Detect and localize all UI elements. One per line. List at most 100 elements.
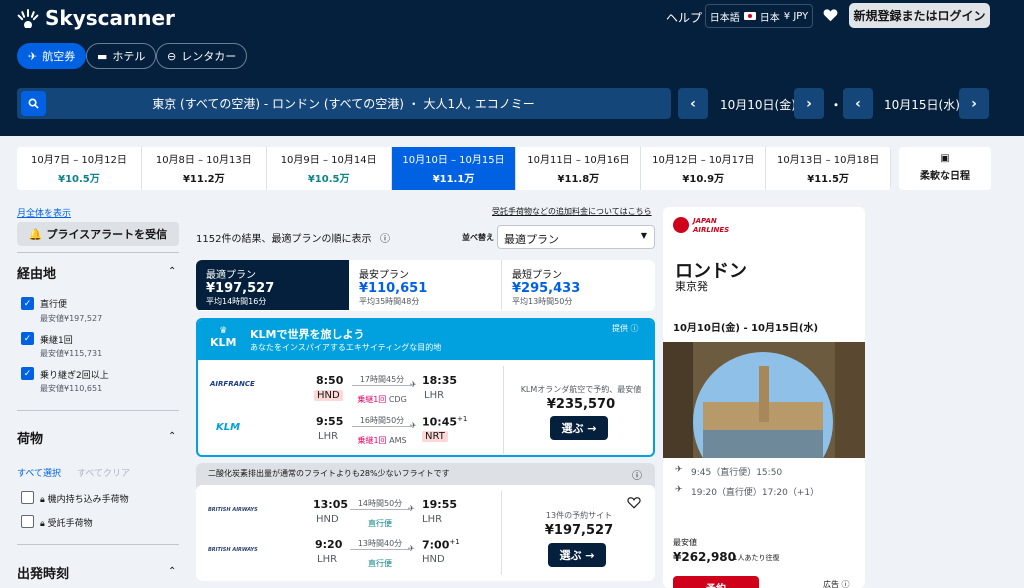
info-icon[interactable]: ⓘ	[632, 467, 642, 482]
info-icon: ⓘ	[841, 580, 850, 588]
one-stop-price: 最安値¥115,731	[40, 349, 103, 358]
tab-hotels[interactable]: ▬ ホテル	[86, 43, 157, 69]
heart-icon[interactable]	[627, 496, 641, 509]
baggage-heading: 荷物	[17, 432, 44, 447]
flight-select-button[interactable]: 選ぶ →	[548, 543, 606, 567]
date-option[interactable]: 10月13日 – 10月18日 ¥11.5万	[766, 147, 891, 190]
search-icon[interactable]	[21, 91, 46, 116]
currency-label: ¥ JPY	[783, 10, 809, 22]
depart-prev-button[interactable]: ‹	[678, 88, 708, 119]
tab-flights[interactable]: ✈ 航空券	[17, 43, 87, 69]
date-option[interactable]: 10月8日 – 10月13日 ¥11.2万	[142, 147, 267, 190]
tab-best[interactable]: 最適プラン ¥197,527 平均14時間16分	[196, 260, 349, 310]
flight-ret-arr-time: 7:00+1	[422, 538, 460, 552]
ad-note: KLMオランダ航空で予約、最安値	[520, 385, 642, 394]
cheapest-label: 最安値	[673, 538, 697, 547]
crown-icon: ♛	[219, 326, 228, 336]
return-date[interactable]: 10月15日(水)	[884, 96, 960, 113]
one-stop-checkbox[interactable]: ✓	[21, 332, 34, 345]
date-option[interactable]: 10月11日 – 10月16日 ¥11.8万	[516, 147, 642, 190]
help-link[interactable]: ヘルプ	[666, 9, 702, 26]
out-dep-airport: HND	[314, 390, 343, 401]
jal-crane-icon	[673, 217, 689, 233]
depart-next-button[interactable]: ›	[794, 88, 824, 119]
direct-checkbox[interactable]: ✓	[21, 297, 34, 310]
date-option[interactable]: 10月12日 – 10月17日 ¥10.9万	[641, 147, 767, 190]
return-prev-button[interactable]: ‹	[843, 88, 873, 119]
return-next-button[interactable]: ›	[959, 88, 989, 119]
price-alert-button[interactable]: 🔔 プライスアラートを受信	[17, 222, 179, 246]
date-range: 10月7日 – 10月12日	[30, 155, 127, 166]
direct-label: 直行便	[40, 300, 68, 310]
flight-card[interactable]: 二酸化炭素排出量が通常のフライトよりも28%少ないフライトです ⓘ BRITIS…	[196, 463, 655, 581]
plane-icon: ✈	[410, 380, 417, 389]
ad-select-button[interactable]: 選ぶ →	[550, 416, 608, 440]
date-option[interactable]: 10月7日 – 10月12日 ¥10.5万	[17, 147, 142, 190]
tab-fastest-label: 最短プラン	[512, 270, 562, 281]
skyscanner-logo[interactable]: Skyscanner	[17, 6, 175, 30]
heart-icon[interactable]	[823, 8, 838, 22]
date-option[interactable]: 10月10日 – 10月15日 ¥11.1万	[391, 147, 517, 190]
flexible-dates-button[interactable]: ▣ 柔軟な日程	[899, 147, 991, 190]
sort-select[interactable]: 最適プラン ▼	[497, 225, 655, 249]
book-button[interactable]: 予約	[673, 576, 759, 588]
locale-selector[interactable]: 日本語 日本 ¥ JPY	[705, 4, 813, 28]
info-icon: ⓘ	[630, 324, 639, 333]
lock-icon: 🔒︎	[40, 495, 45, 505]
info-icon[interactable]: ⓘ	[380, 230, 390, 245]
ad-subtitle: あなたをインスパイアするエキサイティングな目的地	[250, 343, 442, 352]
tab-cheapest-label: 最安プラン	[359, 270, 409, 281]
klm-ad-card[interactable]: ♛ KLM KLMで世界を旅しよう あなたをインスパイアするエキサイティングな目…	[196, 318, 655, 457]
tab-fastest-duration: 平均13時間50分	[512, 297, 573, 306]
flight-out-dep-time: 13:05	[313, 498, 349, 511]
select-all-link[interactable]: すべて選択	[17, 466, 61, 479]
checked-bag-checkbox[interactable]	[21, 515, 34, 528]
flight-ret-dep-airport: LHR	[317, 554, 338, 565]
flight-price: ¥197,527	[544, 523, 614, 538]
login-button[interactable]: 新規登録またはログイン	[849, 3, 990, 28]
return-plane-icon: ✈	[675, 485, 683, 495]
ret-stops: 乗継1回 AMS	[357, 436, 407, 445]
two-stops-checkbox[interactable]: ✓	[21, 367, 34, 380]
carry-on-checkbox[interactable]	[21, 491, 34, 504]
date-option[interactable]: 10月9日 – 10月14日 ¥10.5万	[267, 147, 392, 190]
search-bar[interactable]: 東京 (すべての空港) - ロンドン (すべての空港) ・ 大人1人, エコノミ…	[17, 88, 671, 119]
flight-out-stops: 直行便	[368, 519, 392, 528]
tab-cheapest-price: ¥110,651	[359, 281, 428, 296]
tab-cars-label: レンタカー	[181, 50, 237, 63]
plane-icon: ✈	[410, 421, 417, 430]
departure-collapse-icon[interactable]: ⌃	[168, 566, 176, 577]
tab-car-rental[interactable]: ⊖ レンタカー	[156, 43, 248, 69]
ad-label[interactable]: 広告 ⓘ	[823, 579, 850, 588]
date-price: ¥10.5万	[58, 174, 100, 185]
out-arr-time: 18:35	[422, 374, 458, 387]
jal-ad-panel[interactable]: JAPAN AIRLINES ロンドン 東京発 10月10日(金) - 10月15…	[663, 207, 865, 588]
clear-all-link[interactable]: すべてクリア	[77, 466, 130, 479]
klm-small-logo: KLM	[216, 422, 241, 433]
date-range: 10月12日 – 10月17日	[652, 155, 755, 166]
two-stops-price: 最安値¥110,651	[40, 384, 103, 393]
outbound-plane-icon: ✈	[675, 465, 683, 475]
price-alert-label: プライスアラートを受信	[46, 228, 168, 241]
date-price: ¥11.5万	[807, 174, 849, 185]
depart-date[interactable]: 10月10日(金)	[720, 96, 796, 113]
date-range: 10月13日 – 10月18日	[776, 155, 880, 166]
sort-label: 並べ替え	[462, 233, 494, 242]
tab-fastest[interactable]: 最短プラン ¥295,433 平均13時間50分	[502, 260, 655, 310]
stops-collapse-icon[interactable]: ⌃	[168, 266, 176, 277]
tab-cheapest[interactable]: 最安プラン ¥110,651 平均35時間48分	[349, 260, 502, 310]
lock-icon: 🔒︎	[40, 519, 45, 529]
brand-name: Skyscanner	[45, 6, 175, 30]
flight-out-arr-airport: LHR	[422, 514, 443, 525]
whole-month-link[interactable]: 月全体を表示	[17, 206, 71, 219]
out-dep-time: 8:50	[316, 374, 344, 387]
bed-icon: ▬	[97, 49, 108, 63]
date-range: 10月9日 – 10月14日	[280, 155, 377, 166]
fees-link[interactable]: 受託手荷物などの追加料金についてはこちら	[492, 206, 652, 217]
calendar-icon: ▣	[940, 153, 950, 164]
sort-value: 最適プラン	[504, 233, 559, 246]
date-range: 10月11日 – 10月16日	[527, 155, 630, 166]
ret-arr-airport: NRT	[422, 431, 448, 442]
ret-arr-time: 10:45+1	[422, 415, 468, 429]
baggage-collapse-icon[interactable]: ⌃	[168, 431, 176, 442]
